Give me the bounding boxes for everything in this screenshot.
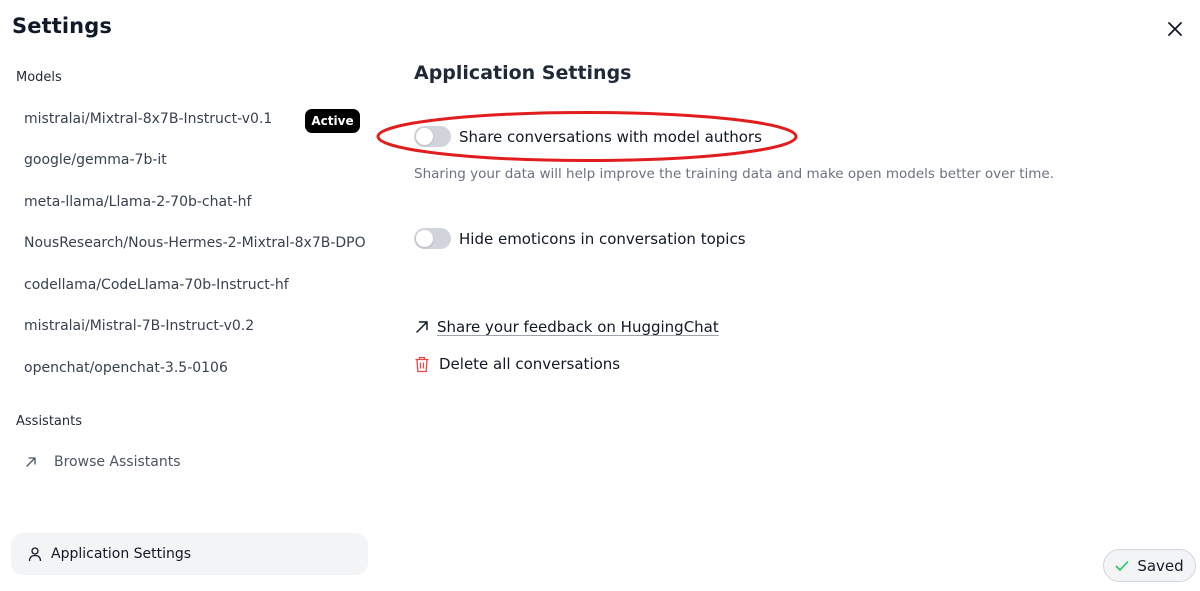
model-item[interactable]: meta-llama/Llama-2-70b-chat-hf	[24, 194, 251, 210]
arrow-up-right-icon	[414, 319, 430, 335]
active-badge: Active	[305, 109, 360, 133]
model-item[interactable]: mistralai/Mixtral-8x7B-Instruct-v0.1	[24, 111, 272, 127]
toggle-knob	[416, 128, 433, 145]
saved-label: Saved	[1137, 556, 1184, 575]
dialog-title: Settings	[12, 14, 112, 38]
browse-assistants-link[interactable]: Browse Assistants	[24, 454, 181, 470]
sidebar-item-application-settings[interactable]: Application Settings	[11, 533, 368, 575]
check-icon	[1115, 559, 1129, 573]
share-conversations-toggle[interactable]	[414, 126, 451, 147]
trash-icon	[414, 356, 430, 373]
delete-all-conversations-button[interactable]: Delete all conversations	[414, 355, 620, 373]
delete-all-conversations-label: Delete all conversations	[439, 355, 621, 373]
arrow-up-right-icon	[24, 455, 38, 469]
feedback-link-label: Share your feedback on HuggingChat	[437, 318, 719, 336]
model-item[interactable]: mistralai/Mistral-7B-Instruct-v0.2	[24, 318, 254, 334]
toggle-knob	[416, 230, 433, 247]
hide-emoticons-label: Hide emoticons in conversation topics	[459, 229, 746, 248]
model-item[interactable]: google/gemma-7b-it	[24, 152, 167, 168]
user-icon	[27, 546, 43, 562]
model-item[interactable]: NousResearch/Nous-Hermes-2-Mixtral-8x7B-…	[24, 235, 366, 251]
close-button[interactable]	[1162, 16, 1188, 42]
model-item[interactable]: codellama/CodeLlama-70b-Instruct-hf	[24, 277, 289, 293]
share-conversations-label: Share conversations with model authors	[459, 127, 762, 146]
close-icon[interactable]	[1167, 21, 1183, 37]
sidebar-item-label: Application Settings	[51, 546, 192, 562]
model-item[interactable]: openchat/openchat-3.5-0106	[24, 360, 228, 376]
assistants-section-label: Assistants	[16, 414, 82, 429]
page-title: Application Settings	[414, 62, 632, 84]
hide-emoticons-toggle[interactable]	[414, 228, 451, 249]
models-section-label: Models	[16, 70, 62, 85]
share-conversations-toggle-row[interactable]: Share conversations with model authors	[414, 126, 762, 147]
saved-status-badge: Saved	[1103, 549, 1196, 582]
browse-assistants-label: Browse Assistants	[54, 454, 181, 470]
share-description: Sharing your data will help improve the …	[414, 166, 1055, 182]
hide-emoticons-toggle-row[interactable]: Hide emoticons in conversation topics	[414, 228, 746, 249]
feedback-link[interactable]: Share your feedback on HuggingChat	[414, 318, 719, 336]
